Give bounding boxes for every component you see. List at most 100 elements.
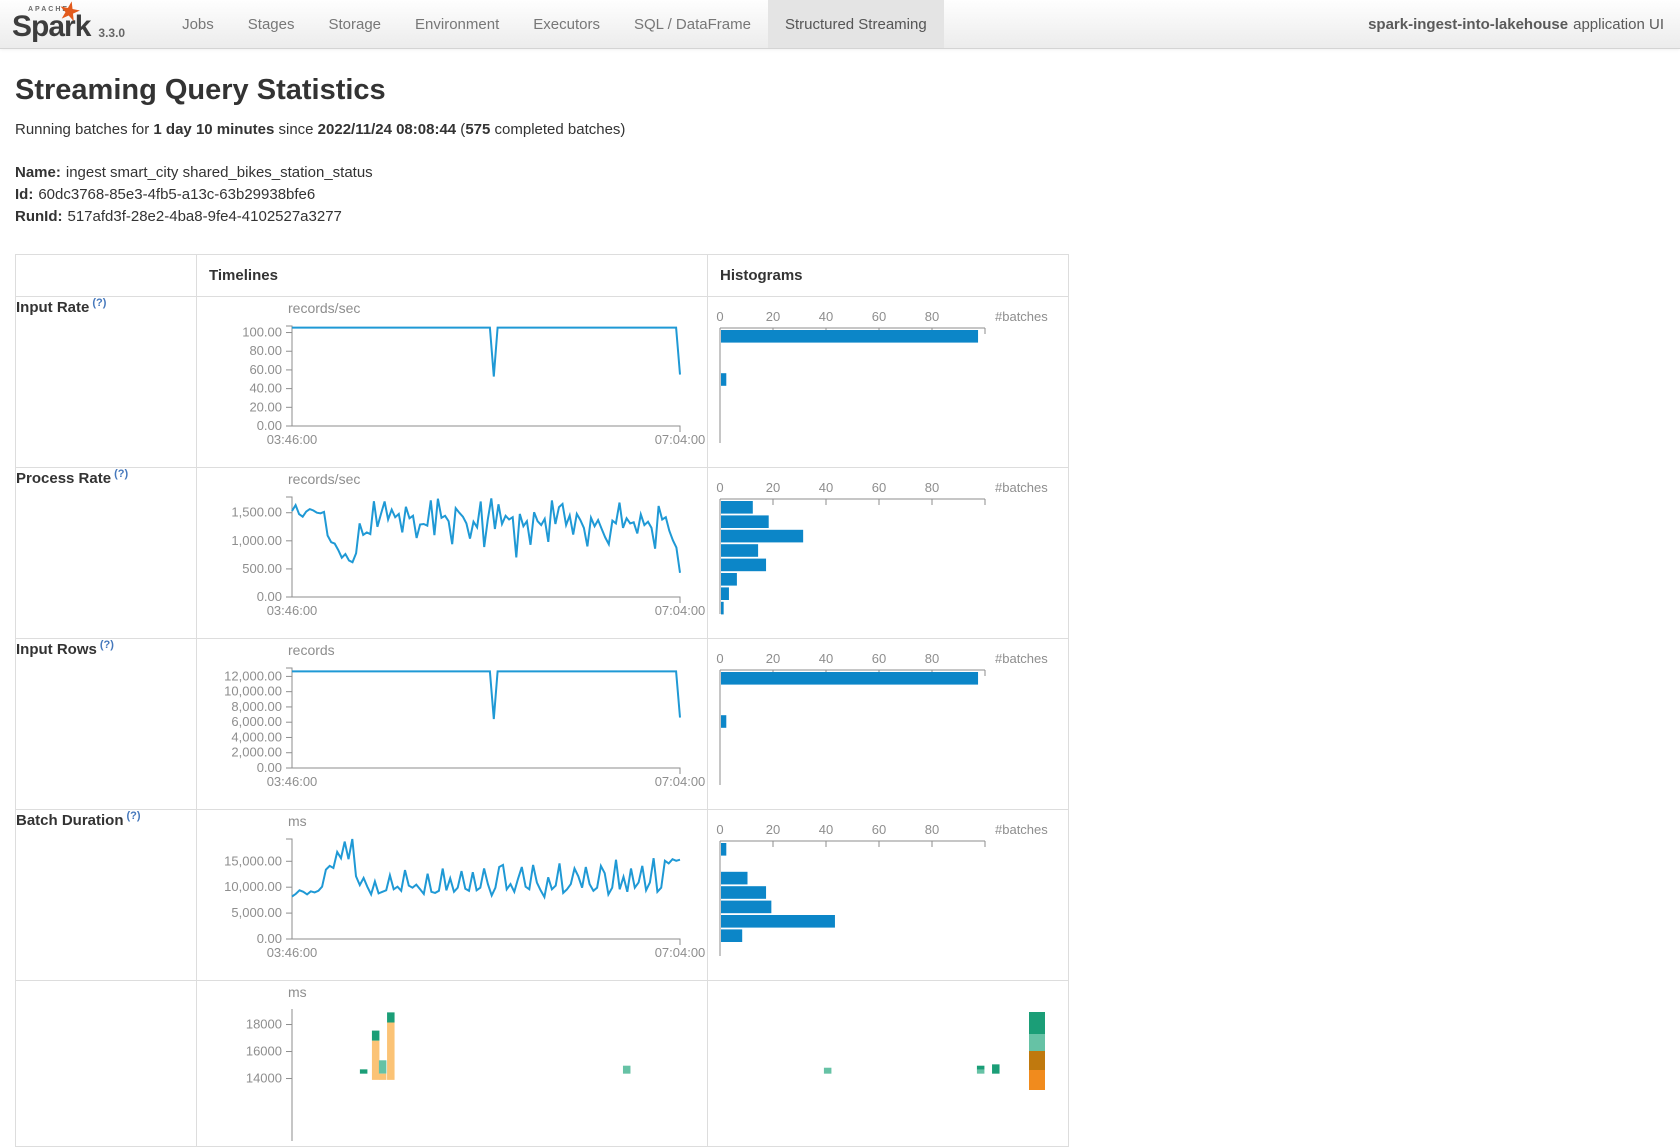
svg-text:80: 80: [925, 480, 939, 495]
svg-text:0.00: 0.00: [257, 589, 282, 604]
table-row: ms180001600014000: [16, 981, 1069, 1147]
input-rows-timeline-chart: records0.002,000.004,000.006,000.008,000…: [197, 639, 707, 809]
input-rate-label: Input Rate(?): [16, 297, 197, 468]
svg-text:12,000.00: 12,000.00: [224, 668, 282, 683]
svg-text:14000: 14000: [246, 1071, 282, 1086]
input-rate-help-icon[interactable]: (?): [92, 297, 106, 309]
svg-text:80: 80: [925, 822, 939, 837]
svg-text:07:04:00: 07:04:00: [655, 945, 706, 960]
tab-storage[interactable]: Storage: [311, 0, 398, 48]
svg-text:16000: 16000: [246, 1044, 282, 1059]
batches-count: 575: [465, 121, 490, 138]
svg-text:ms: ms: [288, 984, 307, 1000]
svg-text:40: 40: [819, 480, 833, 495]
svg-text:4,000.00: 4,000.00: [231, 729, 282, 744]
svg-text:20: 20: [766, 822, 780, 837]
query-runid-line: RunId: 517afd3f-28e2-4ba8-9fe4-4102527a32…: [15, 206, 1666, 228]
svg-text:40.00: 40.00: [249, 381, 282, 396]
query-identity: Name: ingest smart_city shared_bikes_stat…: [15, 162, 1666, 228]
nav-tabs: Jobs Stages Storage Environment Executor…: [165, 0, 944, 48]
tab-environment[interactable]: Environment: [398, 0, 516, 48]
table-row: Input Rate(?) records/sec0.0020.0040.006…: [16, 297, 1069, 468]
svg-text:07:04:00: 07:04:00: [655, 432, 706, 447]
query-name-line: Name: ingest smart_city shared_bikes_stat…: [15, 162, 1666, 184]
svg-text:15,000.00: 15,000.00: [224, 853, 282, 868]
statistics-table: Timelines Histograms Input Rate(?) recor…: [15, 254, 1069, 1147]
name-label: Name:: [15, 164, 61, 181]
svg-text:#batches: #batches: [995, 309, 1048, 324]
svg-text:40: 40: [819, 651, 833, 666]
svg-text:0.00: 0.00: [257, 418, 282, 433]
running-duration: 1 day 10 minutes: [153, 121, 274, 138]
name-value: ingest smart_city shared_bikes_station_s…: [66, 164, 373, 181]
spark-version: 3.3.0: [98, 26, 125, 42]
svg-text:07:04:00: 07:04:00: [655, 603, 706, 618]
process-rate-label: Process Rate(?): [16, 468, 197, 639]
tab-stages[interactable]: Stages: [231, 0, 312, 48]
svg-text:2,000.00: 2,000.00: [231, 745, 282, 760]
process-rate-help-icon[interactable]: (?): [114, 468, 128, 480]
tab-structured-streaming[interactable]: Structured Streaming: [768, 0, 944, 48]
svg-text:0: 0: [716, 309, 723, 324]
tab-jobs[interactable]: Jobs: [165, 0, 231, 48]
input-rate-timeline-chart: records/sec0.0020.0040.0060.0080.00100.0…: [197, 297, 707, 467]
operation-duration-timeline-chart: ms180001600014000: [197, 981, 707, 1146]
process-rate-timeline-chart: records/sec0.00500.001,000.001,500.0003:…: [197, 468, 707, 638]
running-since: 2022/11/24 08:08:44: [318, 121, 456, 138]
svg-text:0: 0: [716, 822, 723, 837]
page-title: Streaming Query Statistics: [15, 74, 1666, 107]
input-rows-help-icon[interactable]: (?): [100, 639, 114, 651]
svg-text:60: 60: [872, 822, 886, 837]
process-rate-histogram-chart: 020406080#batches: [708, 468, 1068, 638]
svg-text:80: 80: [925, 651, 939, 666]
svg-text:80: 80: [925, 309, 939, 324]
svg-text:03:46:00: 03:46:00: [267, 432, 318, 447]
table-row: Input Rows(?) records 0.002,000.004,000.0…: [16, 639, 1069, 810]
svg-text:#batches: #batches: [995, 480, 1048, 495]
svg-text:03:46:00: 03:46:00: [267, 774, 318, 789]
batch-duration-label: Batch Duration(?): [16, 810, 197, 981]
svg-text:60: 60: [872, 309, 886, 324]
batch-duration-timeline-chart: ms0.005,000.0010,000.0015,000.0003:46:00…: [197, 810, 707, 980]
svg-text:20: 20: [766, 309, 780, 324]
application-title: spark-ingest-into-lakehouse application …: [1368, 0, 1664, 48]
runid-label: RunId:: [15, 208, 62, 225]
svg-text:records/sec: records/sec: [288, 471, 360, 487]
svg-text:20.00: 20.00: [249, 399, 282, 414]
input-rows-histogram-chart: 020406080#batches: [708, 639, 1068, 809]
svg-text:500.00: 500.00: [242, 561, 282, 576]
svg-text:60.00: 60.00: [249, 362, 282, 377]
runid-value: 517afd3f-28e2-4ba8-9fe4-4102527a3277: [67, 208, 341, 225]
query-id-line: Id:60dc3768-85e3-4fb5-a13c-63b29938bfe6: [15, 184, 1666, 206]
svg-text:#batches: #batches: [995, 822, 1048, 837]
spark-logo: APACHE Spark ★ 3.3.0: [0, 0, 135, 48]
batch-duration-histogram-chart: 020406080#batches: [708, 810, 1068, 980]
svg-text:0.00: 0.00: [257, 931, 282, 946]
svg-text:20: 20: [766, 480, 780, 495]
input-rows-label: Input Rows(?): [16, 639, 197, 810]
svg-text:40: 40: [819, 309, 833, 324]
input-rate-histogram-chart: 0 20 40 60 80 #batches: [708, 297, 1068, 467]
svg-text:1,000.00: 1,000.00: [231, 533, 282, 548]
application-name: spark-ingest-into-lakehouse: [1368, 16, 1568, 33]
table-row: Batch Duration(?) ms0.005,000.0010,000.0…: [16, 810, 1069, 981]
id-value: 60dc3768-85e3-4fb5-a13c-63b29938bfe6: [38, 186, 315, 203]
svg-text:8,000.00: 8,000.00: [231, 699, 282, 714]
batch-duration-help-icon[interactable]: (?): [127, 810, 141, 822]
svg-text:60: 60: [872, 651, 886, 666]
top-navbar: APACHE Spark ★ 3.3.0 Jobs Stages Storage…: [0, 0, 1680, 49]
header-histograms: Histograms: [708, 255, 1069, 297]
svg-text:records: records: [288, 642, 335, 658]
svg-text:0: 0: [716, 480, 723, 495]
svg-text:5,000.00: 5,000.00: [231, 905, 282, 920]
svg-text:03:46:00: 03:46:00: [267, 603, 318, 618]
svg-text:80.00: 80.00: [249, 343, 282, 358]
svg-text:10,000.00: 10,000.00: [224, 684, 282, 699]
svg-text:0.00: 0.00: [257, 760, 282, 775]
svg-text:20: 20: [766, 651, 780, 666]
tab-sql-dataframe[interactable]: SQL / DataFrame: [617, 0, 768, 48]
header-empty: [16, 255, 197, 297]
tab-executors[interactable]: Executors: [516, 0, 617, 48]
operation-duration-histogram-chart: [708, 981, 1068, 1146]
svg-text:0: 0: [716, 651, 723, 666]
